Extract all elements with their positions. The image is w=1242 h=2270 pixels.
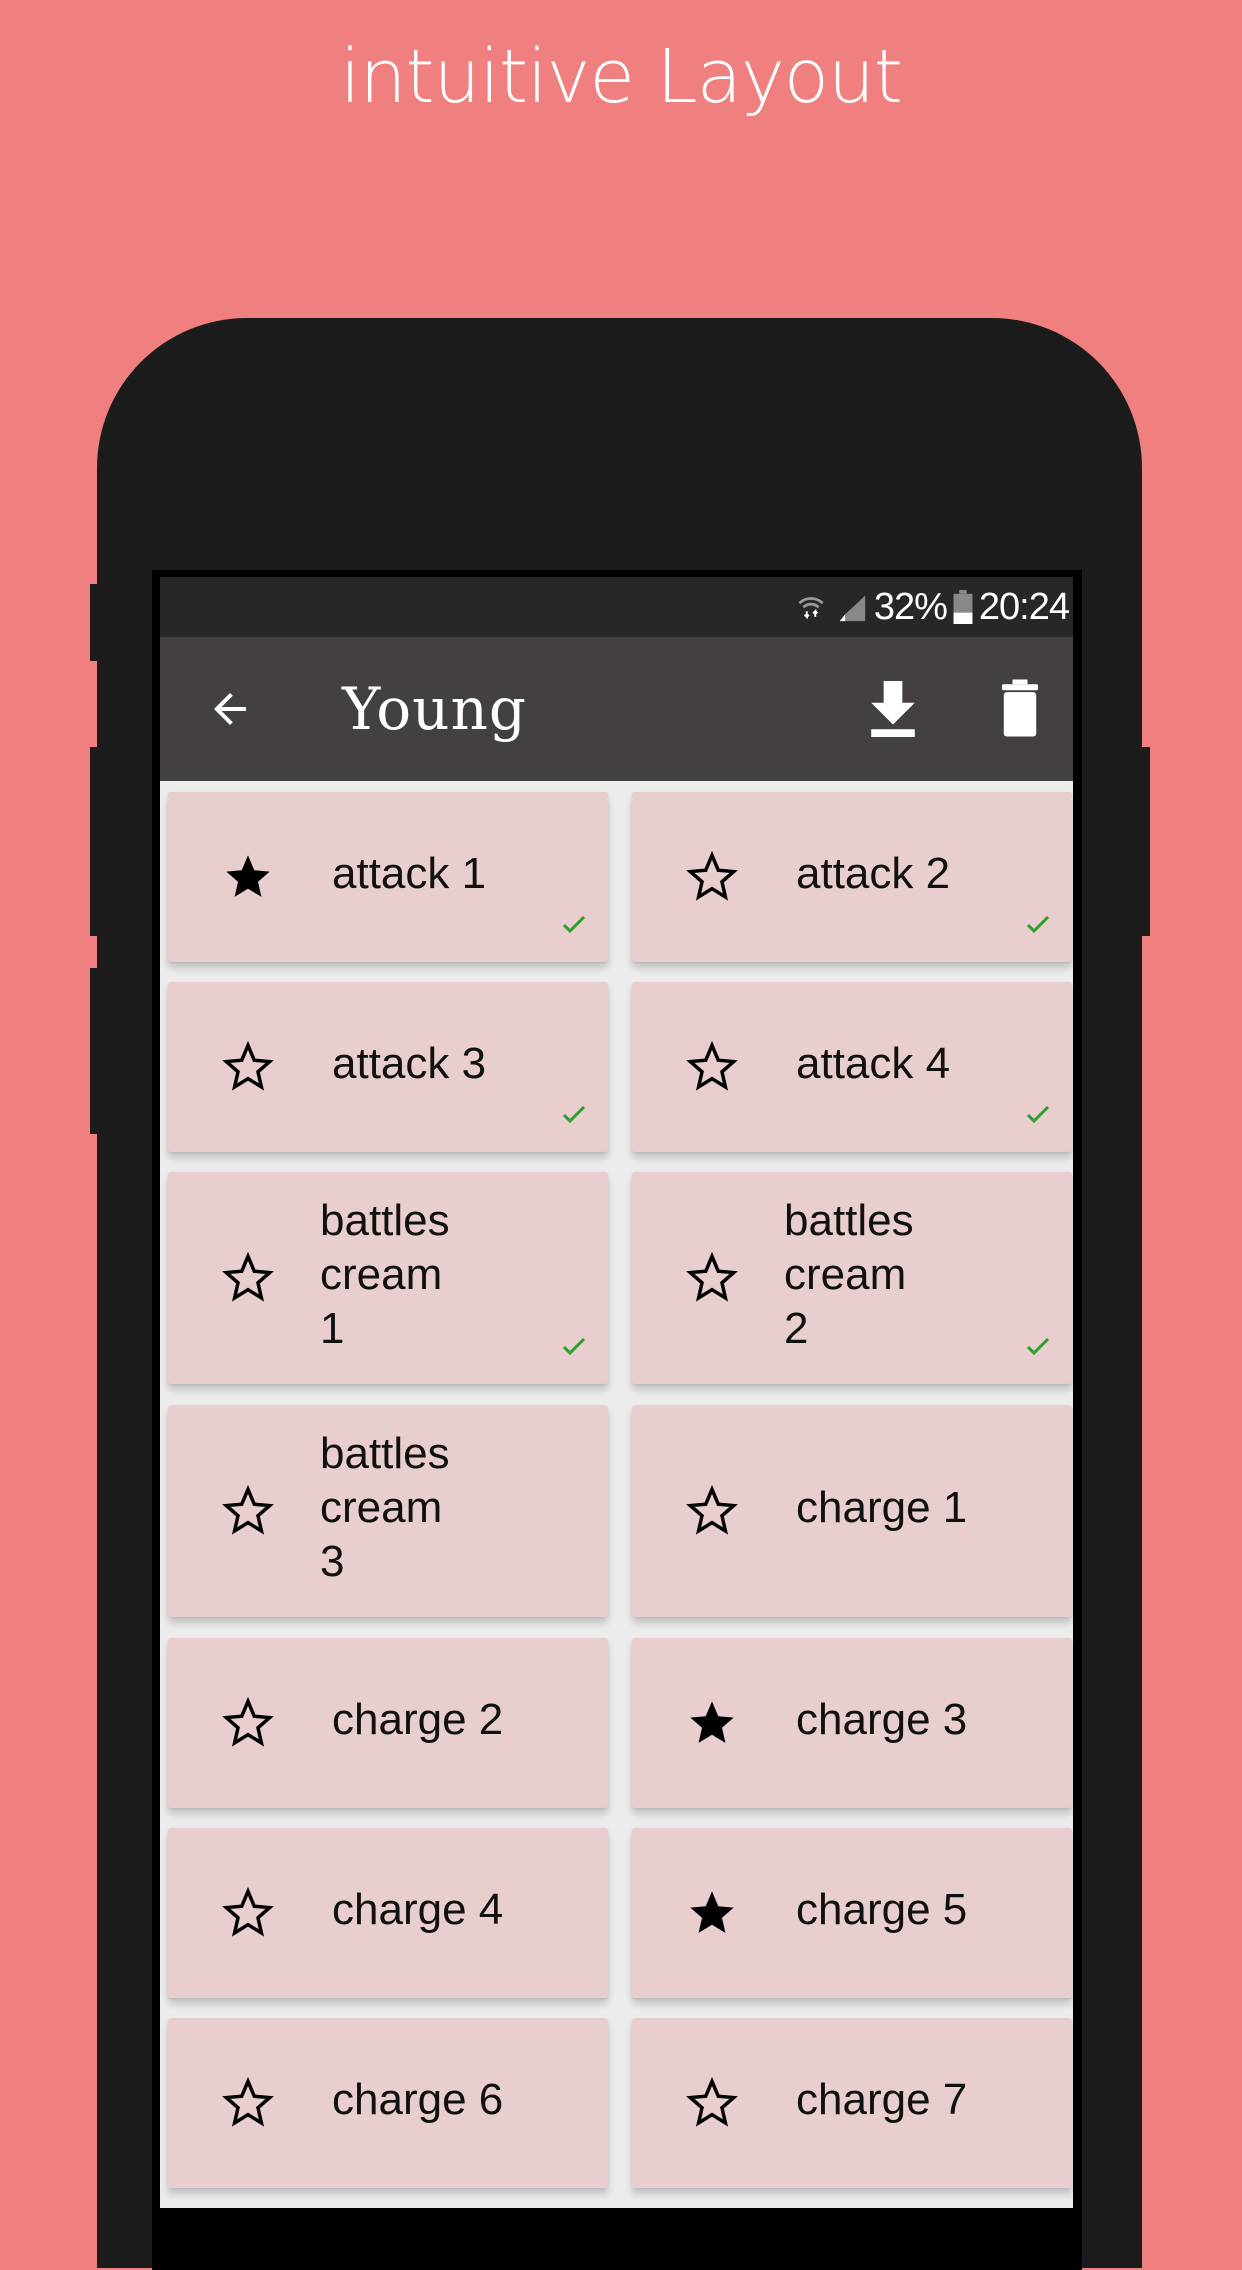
list-item[interactable]: charge 7 xyxy=(632,2018,1072,2188)
check-icon xyxy=(1026,915,1050,934)
delete-button[interactable] xyxy=(1002,679,1038,737)
battery-percent: 32% xyxy=(873,585,948,628)
star-filled-icon[interactable] xyxy=(686,1887,738,1939)
star-outline-icon[interactable] xyxy=(222,2077,274,2129)
list-item[interactable]: attack 2 xyxy=(632,792,1072,962)
wifi-icon xyxy=(798,597,824,620)
clock: 20:24 xyxy=(978,585,1070,628)
list-item[interactable]: battles cream 3 xyxy=(168,1405,608,1617)
check-icon xyxy=(562,1105,586,1124)
list-item[interactable]: charge 3 xyxy=(632,1638,1072,1808)
item-label: attack 1 xyxy=(332,849,487,898)
phone-side-button xyxy=(90,747,98,936)
item-label: charge 3 xyxy=(796,1695,968,1744)
check-icon xyxy=(562,915,586,934)
download-button[interactable] xyxy=(871,681,915,737)
item-label: battles cream 2 xyxy=(784,1196,914,1353)
list-item[interactable]: charge 4 xyxy=(168,1828,608,1998)
phone-side-button xyxy=(90,584,98,661)
star-outline-icon[interactable] xyxy=(686,1252,738,1304)
star-filled-icon[interactable] xyxy=(686,1697,738,1749)
star-outline-icon[interactable] xyxy=(686,1485,738,1537)
battery-icon xyxy=(953,590,973,624)
status-bar: 32% 20:24 xyxy=(160,577,1073,637)
list-item[interactable]: battles cream 2 xyxy=(632,1172,1072,1384)
list-item[interactable]: charge 2 xyxy=(168,1638,608,1808)
item-label: attack 3 xyxy=(332,1039,487,1088)
item-label: attack 2 xyxy=(796,849,951,898)
star-outline-icon[interactable] xyxy=(222,1041,274,1093)
star-outline-icon[interactable] xyxy=(686,2077,738,2129)
star-outline-icon[interactable] xyxy=(222,1252,274,1304)
list-item[interactable]: attack 1 xyxy=(168,792,608,962)
check-icon xyxy=(1026,1337,1050,1356)
back-button[interactable] xyxy=(206,685,254,733)
item-label: battles cream 1 xyxy=(320,1196,450,1353)
list-item[interactable]: battles cream 1 xyxy=(168,1172,608,1384)
item-label: attack 4 xyxy=(796,1039,951,1088)
item-label: charge 1 xyxy=(796,1483,968,1532)
list-item[interactable]: charge 5 xyxy=(632,1828,1072,1998)
promo-headline: intuitive Layout xyxy=(340,34,903,120)
item-label: charge 5 xyxy=(796,1885,968,1934)
phone-side-button xyxy=(90,968,98,1134)
list-item[interactable]: attack 4 xyxy=(632,982,1072,1152)
phone-side-button xyxy=(1142,747,1150,936)
list-item[interactable]: charge 1 xyxy=(632,1405,1072,1617)
check-icon xyxy=(562,1337,586,1356)
list-item[interactable]: charge 6 xyxy=(168,2018,608,2188)
check-icon xyxy=(1026,1105,1050,1124)
item-label: charge 4 xyxy=(332,1885,504,1934)
signal-icon xyxy=(839,595,866,622)
page-title: Young xyxy=(342,675,528,743)
star-filled-icon[interactable] xyxy=(222,851,274,903)
star-outline-icon[interactable] xyxy=(222,1697,274,1749)
app-screen: 32% 20:24 Young attack 1 attack 2 attack 3… xyxy=(160,577,1073,2208)
app-toolbar: Young xyxy=(160,637,1073,781)
item-label: battles cream 3 xyxy=(320,1429,450,1586)
star-outline-icon[interactable] xyxy=(686,851,738,903)
star-outline-icon[interactable] xyxy=(222,1485,274,1537)
list-item[interactable]: attack 3 xyxy=(168,982,608,1152)
star-outline-icon[interactable] xyxy=(222,1887,274,1939)
item-label: charge 2 xyxy=(332,1695,504,1744)
item-label: charge 6 xyxy=(332,2075,504,2124)
star-outline-icon[interactable] xyxy=(686,1041,738,1093)
item-label: charge 7 xyxy=(796,2075,968,2124)
